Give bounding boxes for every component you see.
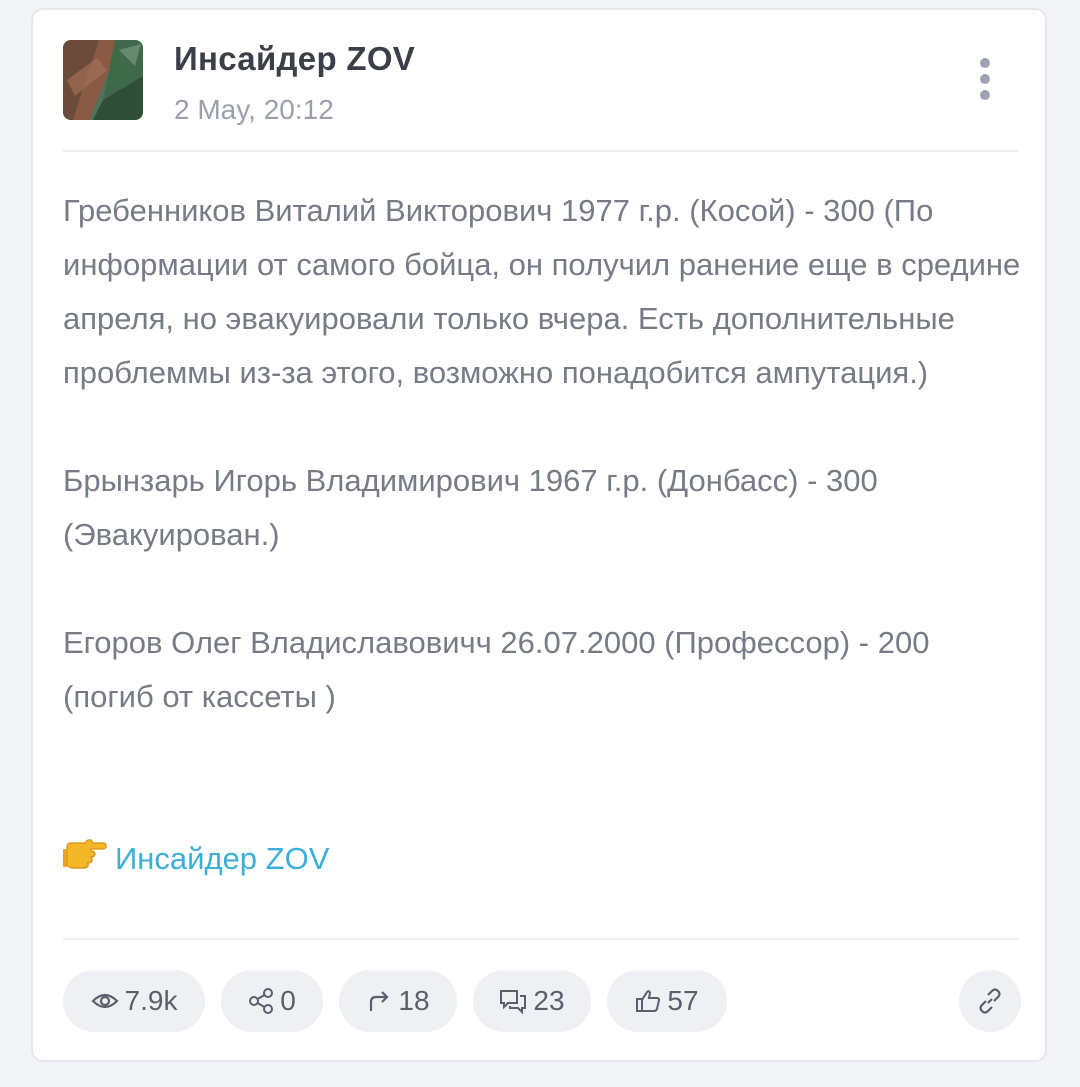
likes-count: 57 — [667, 985, 699, 1016]
header-divider — [63, 150, 1019, 152]
comments-icon — [500, 990, 527, 1014]
channel-signature-link[interactable]: Инсайдер ZOV — [115, 841, 329, 876]
views-count: 7.9k — [124, 985, 178, 1016]
footer-divider — [63, 938, 1019, 940]
shares-counter[interactable]: 0 — [221, 970, 323, 1032]
post-text: Гребенников Виталий Викторович 1977 г.р.… — [63, 184, 1021, 724]
eye-icon — [90, 993, 119, 1009]
more-options-button[interactable] — [967, 54, 1003, 104]
link-icon — [979, 988, 1001, 1014]
avatar-image — [63, 40, 143, 120]
post-paragraph: Гребенников Виталий Викторович 1977 г.р.… — [63, 193, 1021, 390]
thumbs-up-icon — [636, 990, 661, 1012]
pointing-right-hand-icon — [63, 832, 107, 886]
channel-avatar[interactable] — [63, 40, 143, 120]
vertical-dots-icon — [980, 58, 990, 68]
shares-count: 0 — [280, 985, 296, 1016]
forwards-counter[interactable]: 18 — [339, 970, 457, 1032]
copy-link-button[interactable] — [959, 970, 1021, 1032]
comments-count: 23 — [533, 985, 565, 1016]
post-paragraph: Брынзарь Игорь Владимирович 1967 г.р. (Д… — [63, 463, 878, 552]
post-signature: Инсайдер ZOV — [63, 830, 329, 884]
share-icon — [249, 988, 274, 1014]
forward-arrow-icon — [370, 991, 389, 1011]
post-header: Инсайдер ZOV 2 May, 20:12 — [33, 10, 1045, 152]
comments-counter[interactable]: 23 — [473, 970, 591, 1032]
views-counter[interactable]: 7.9k — [63, 970, 205, 1032]
forwards-count: 18 — [398, 985, 430, 1016]
post-paragraph: Егоров Олег Владиславовичч 26.07.2000 (П… — [63, 625, 930, 714]
post-timestamp: 2 May, 20:12 — [174, 94, 334, 125]
likes-counter[interactable]: 57 — [607, 970, 727, 1032]
channel-name[interactable]: Инсайдер ZOV — [174, 40, 415, 78]
post-card: Инсайдер ZOV 2 May, 20:12 Гребенников Ви… — [31, 8, 1047, 1062]
